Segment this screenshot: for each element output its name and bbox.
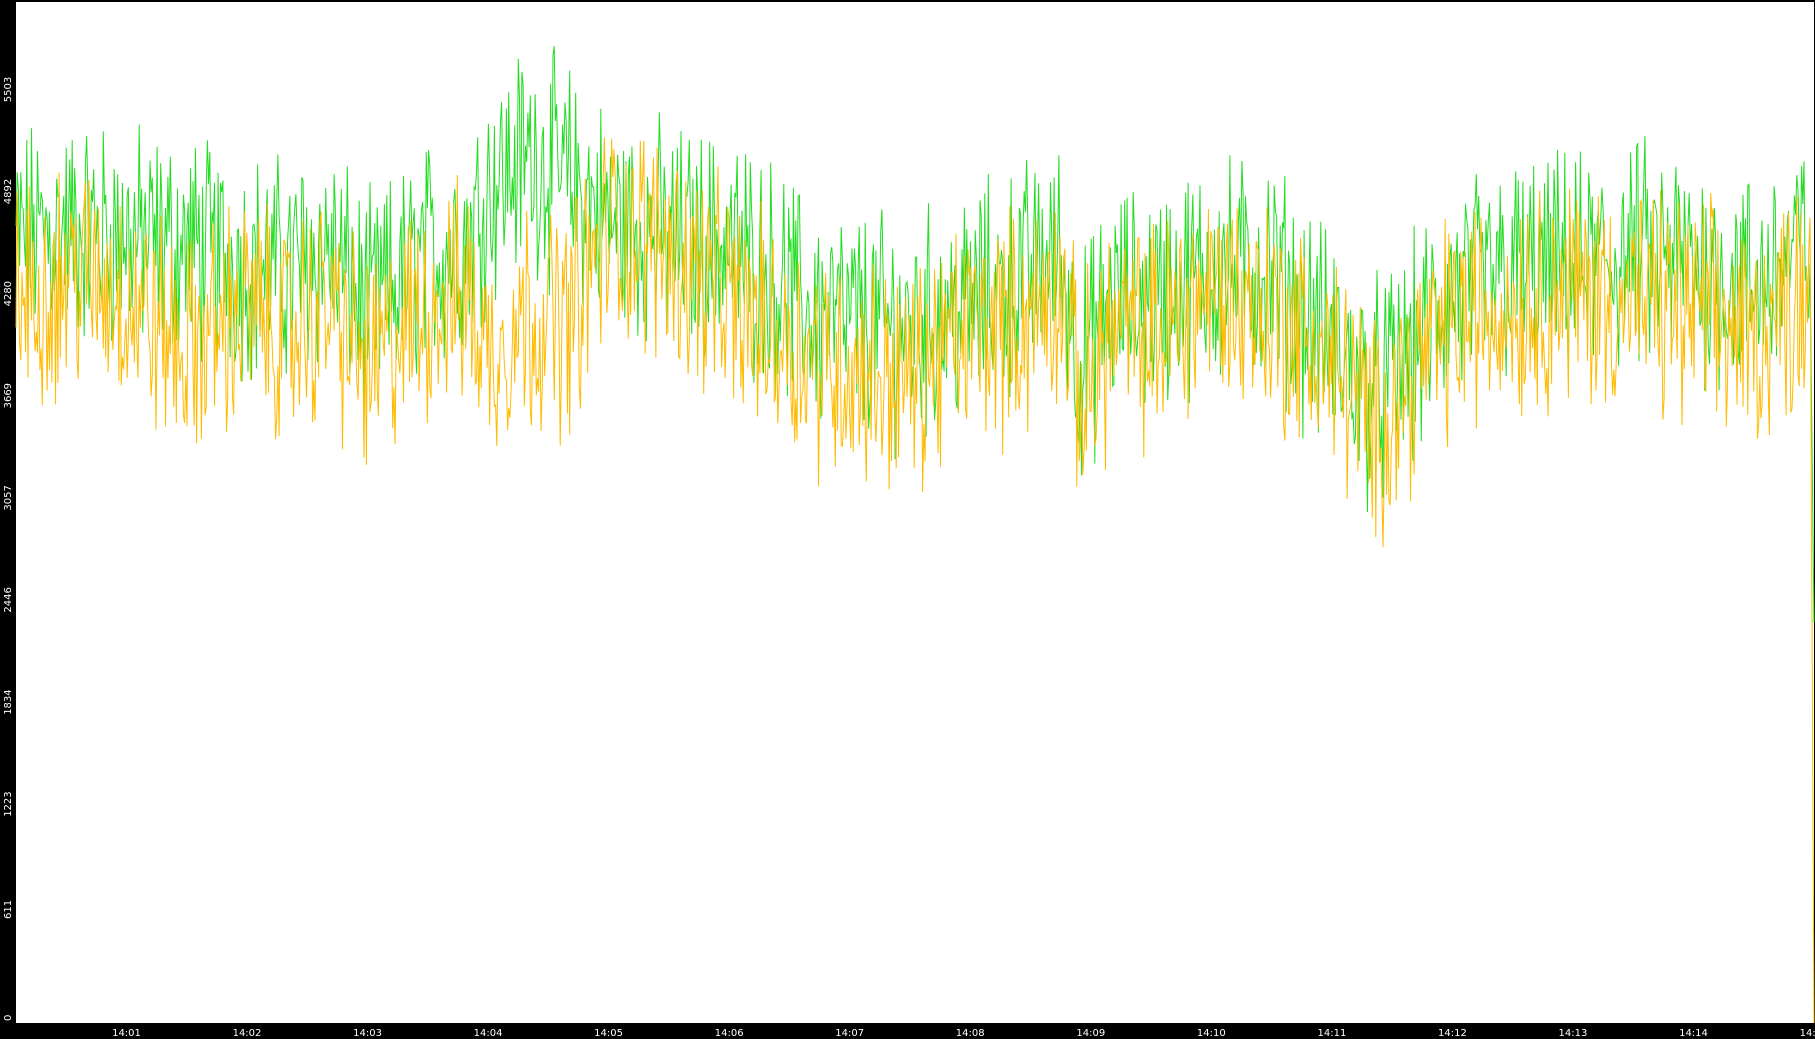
- x-tick-label: 14:01: [112, 1028, 141, 1039]
- x-tick-label: 14:10: [1197, 1028, 1226, 1039]
- x-tick-label: 14:12: [1438, 1028, 1467, 1039]
- y-tick-label: 4892: [3, 179, 14, 204]
- x-tick-label: 14:05: [594, 1028, 623, 1039]
- line-chart: 0611122318342446305736694280489255036115…: [3, 2, 1815, 1039]
- x-axis-ticks: 14:01 14:02 14:03 14:04 14:05 14:06 14:07 14:08…: [112, 1028, 1815, 1039]
- y-tick-label: 4280: [3, 281, 14, 306]
- plot-area: [16, 2, 1814, 1023]
- x-tick-label: 14:09: [1076, 1028, 1105, 1039]
- y-tick-label: 2446: [3, 587, 14, 612]
- y-tick-label: 3669: [3, 383, 14, 408]
- x-tick-label: 14:03: [353, 1028, 382, 1039]
- x-tick-label: 14:13: [1558, 1028, 1587, 1039]
- x-tick-label: 14:02: [233, 1028, 262, 1039]
- x-tick-label: 14:04: [474, 1028, 503, 1039]
- x-tick-label: 14:07: [835, 1028, 864, 1039]
- x-tick-label: 14:06: [715, 1028, 744, 1039]
- y-tick-label: 611: [3, 900, 14, 919]
- x-tick-label: 14:08: [956, 1028, 985, 1039]
- y-tick-label: 1223: [3, 791, 14, 816]
- x-tick-label: 14:11: [1317, 1028, 1346, 1039]
- y-axis-ticks: 0611122318342446305736694280489255036115: [3, 77, 14, 1021]
- y-tick-label: 0: [3, 1015, 14, 1021]
- y-tick-label: 3057: [3, 485, 14, 510]
- y-tick-label: 5503: [3, 77, 14, 102]
- chart-container: 0611122318342446305736694280489255036115…: [0, 0, 1815, 1039]
- x-tick-label: 14:15: [1800, 1028, 1815, 1039]
- y-tick-label: 1834: [3, 689, 14, 714]
- x-tick-label: 14:14: [1679, 1028, 1708, 1039]
